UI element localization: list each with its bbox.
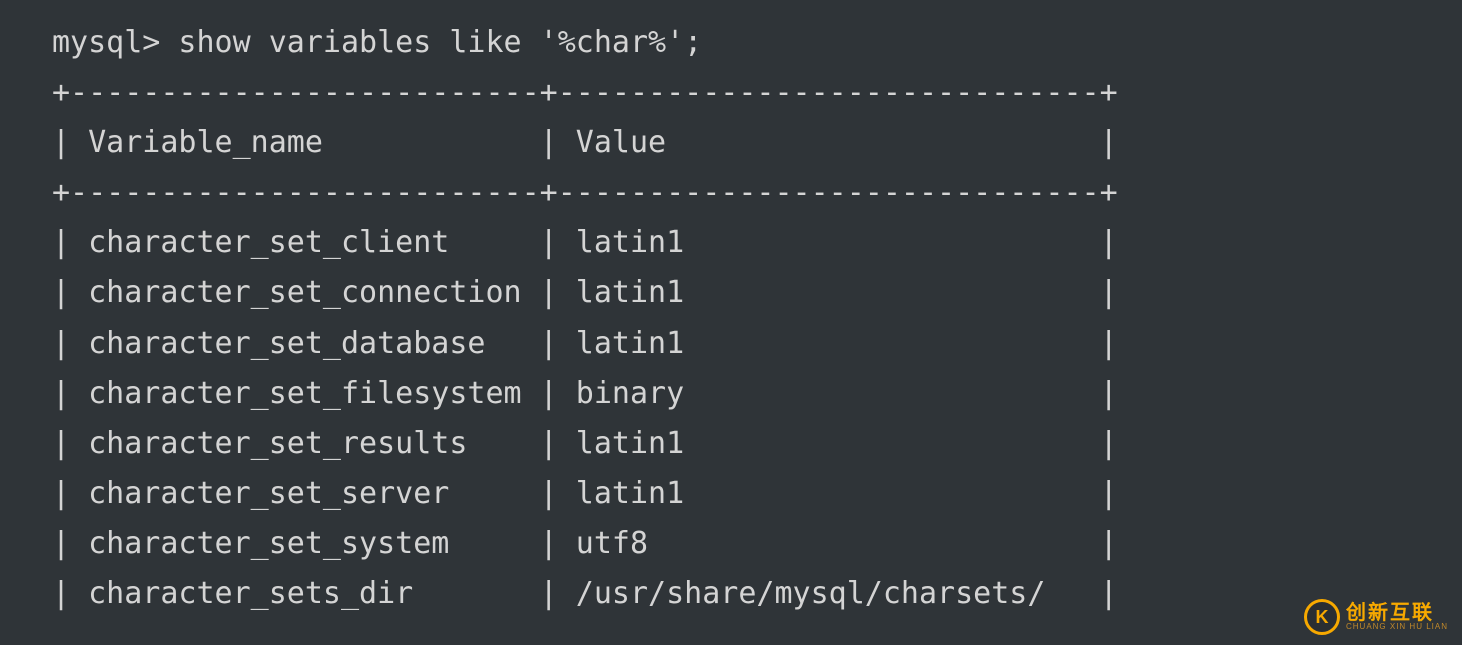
watermark-en: CHUANG XIN HU LIAN	[1346, 623, 1448, 631]
watermark-cn: 创新互联	[1346, 603, 1448, 623]
mysql-terminal-output: mysql> show variables like '%char%'; +--…	[0, 0, 1462, 619]
watermark: K 创新互联 CHUANG XIN HU LIAN	[1304, 599, 1448, 635]
watermark-logo-icon: K	[1304, 599, 1340, 635]
